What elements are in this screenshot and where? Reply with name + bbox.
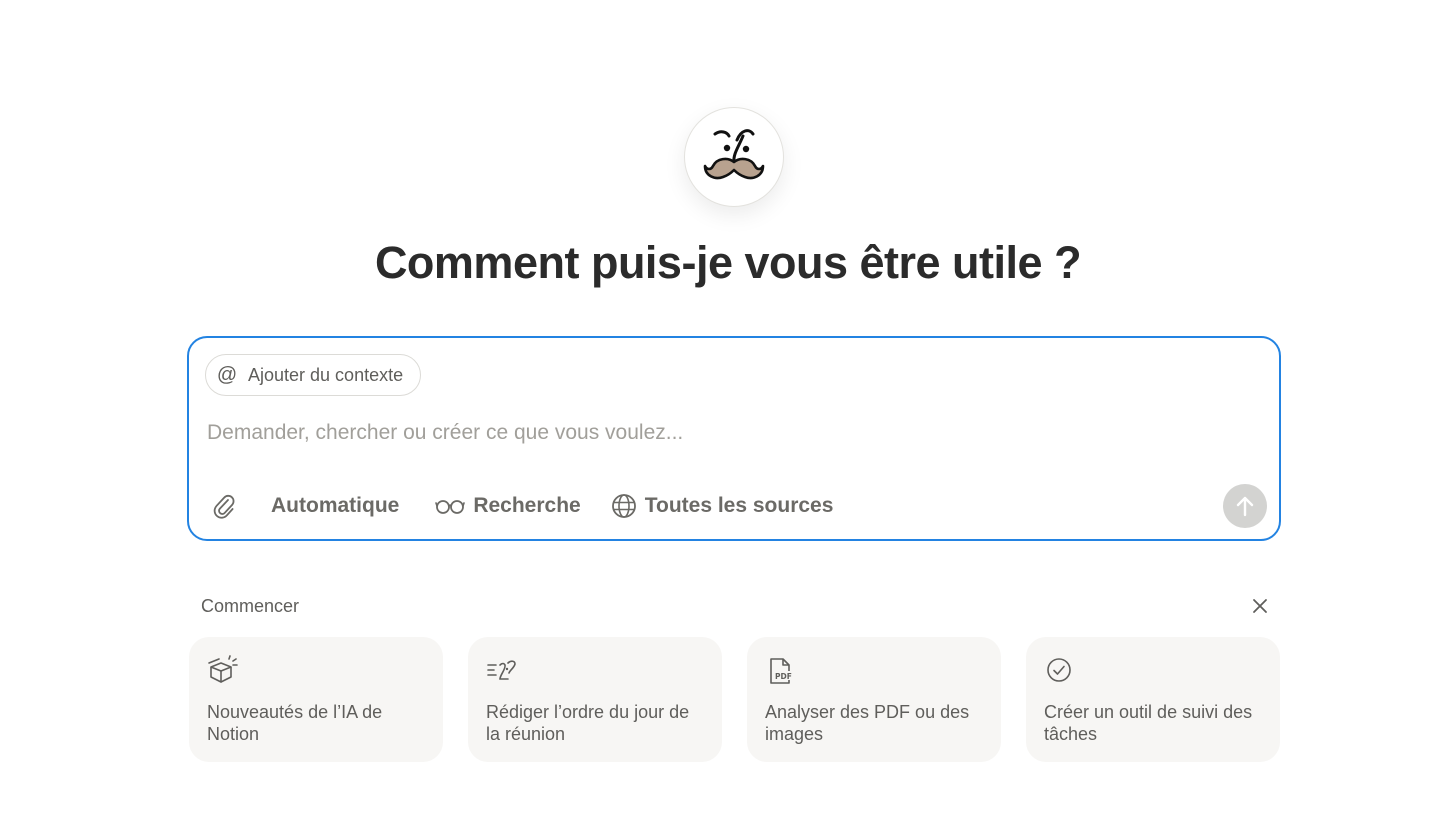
send-button[interactable] <box>1223 484 1267 528</box>
card-label: Nouveautés de l’IA de Notion <box>207 702 383 744</box>
prompt-input[interactable] <box>207 416 1207 450</box>
suggestion-cards: Nouveautés de l’IA de Notion Rédiger l’o… <box>189 637 1280 762</box>
research-button[interactable]: Recherche <box>435 486 581 526</box>
gift-box-sparkle-icon <box>207 655 239 687</box>
sources-label: Toutes les sources <box>644 494 834 517</box>
glasses-icon <box>435 500 466 514</box>
notion-ai-face-icon <box>703 129 765 180</box>
add-context-button[interactable]: @ Ajouter du contexte <box>205 354 422 396</box>
ai-composer: @ Ajouter du contexte Automatique <box>187 336 1281 541</box>
notion-ai-home: Comment puis-je vous être utile ? @ Ajou… <box>0 0 1456 839</box>
svg-text:PDF: PDF <box>775 672 792 681</box>
mode-label: Automatique <box>271 494 400 517</box>
suggestion-card-task-tracker[interactable]: Créer un outil de suivi des tâches <box>1026 637 1280 762</box>
pdf-file-icon: PDF <box>765 655 797 687</box>
close-getting-started-button[interactable] <box>1248 594 1272 618</box>
card-label: Rédiger l’ordre du jour de la réunion <box>486 702 690 744</box>
card-label: Créer un outil de suivi des tâches <box>1044 702 1253 744</box>
at-sign-icon: @ <box>216 363 238 386</box>
agenda-list-icon <box>486 655 518 687</box>
sources-selector[interactable]: Toutes les sources <box>611 486 834 526</box>
card-label: Analyser des PDF ou des images <box>765 702 970 744</box>
arrow-up-icon <box>1236 496 1254 517</box>
add-context-label: Ajouter du contexte <box>248 364 404 385</box>
getting-started-heading: Commencer <box>201 596 300 616</box>
globe-icon <box>611 494 636 518</box>
paperclip-icon <box>213 494 235 519</box>
suggestion-card-meeting-agenda[interactable]: Rédiger l’ordre du jour de la réunion <box>468 637 722 762</box>
close-icon <box>1253 599 1267 613</box>
suggestion-card-whats-new[interactable]: Nouveautés de l’IA de Notion <box>189 637 443 762</box>
page-title: Comment puis-je vous être utile ? <box>374 237 1082 288</box>
attach-button[interactable] <box>207 486 241 526</box>
research-label: Recherche <box>473 494 581 517</box>
composer-toolbar: Automatique Recherche Toutes les sources <box>207 486 833 526</box>
suggestion-card-analyze-pdf[interactable]: PDF Analyser des PDF ou des images <box>747 637 1001 762</box>
notion-ai-avatar <box>684 107 784 207</box>
check-circle-icon <box>1044 655 1076 687</box>
mode-selector[interactable]: Automatique <box>271 486 399 526</box>
